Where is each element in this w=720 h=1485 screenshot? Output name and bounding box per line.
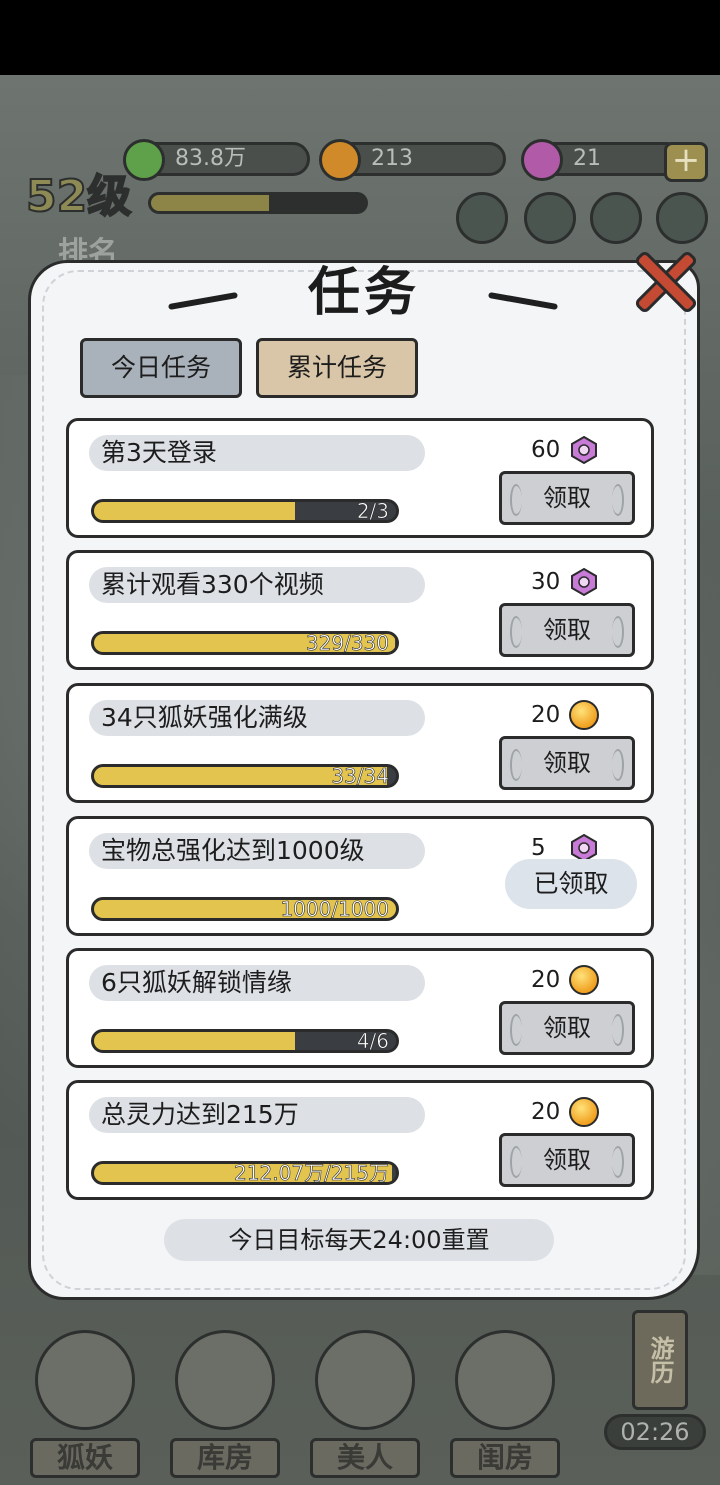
reward-amount: 30 (531, 569, 561, 595)
task-name: 总灵力达到215万 (101, 1100, 299, 1129)
bed-icon (455, 1330, 555, 1430)
tab-cumulative[interactable]: 累计任务 (256, 338, 418, 398)
task-card: 总灵力达到215万 212.07万/215万 20 领取 (66, 1080, 654, 1200)
chest-icon[interactable] (524, 192, 576, 244)
task-card: 宝物总强化达到1000级 1000/1000 5 已领取 (66, 816, 654, 936)
purple-gem-icon (571, 567, 597, 597)
nav-fox[interactable]: 狐妖 (20, 1320, 150, 1485)
task-name: 宝物总强化达到1000级 (101, 836, 365, 865)
reward-amount: 60 (531, 437, 561, 463)
modal-title: 任务 (307, 263, 420, 323)
nav-storage-label: 库房 (170, 1438, 280, 1478)
wheel-icon[interactable] (590, 192, 642, 244)
task-progress-text: 2/3 (356, 499, 390, 524)
task-progress-text: 1000/1000 (280, 897, 389, 922)
reset-note: 今日目标每天24:00重置 (164, 1219, 554, 1261)
beauty-icon (315, 1330, 415, 1430)
nav-fox-label: 狐妖 (30, 1438, 140, 1478)
close-button[interactable] (626, 240, 702, 320)
claim-button[interactable]: 领取 (499, 1001, 635, 1055)
claim-button[interactable]: 领取 (499, 736, 635, 790)
task-card: 6只狐妖解锁情缘 4/6 20 领取 (66, 948, 654, 1068)
exp-bar (148, 192, 368, 214)
task-name: 6只狐妖解锁情缘 (101, 968, 292, 997)
gem-resource: 21 (521, 139, 684, 181)
claimed-label: 已领取 (505, 859, 637, 909)
event-icon[interactable] (456, 192, 508, 244)
task-progress-text: 212.07万/215万 (234, 1161, 390, 1186)
reward-amount: 20 (531, 702, 561, 728)
task-progress-text: 33/34 (331, 764, 389, 789)
task-name: 34只狐妖强化满级 (101, 703, 308, 732)
gold-orb-icon (569, 965, 599, 995)
reward-amount: 20 (531, 967, 561, 993)
nav-storage[interactable]: 库房 (160, 1320, 290, 1485)
purple-gem-icon (571, 435, 597, 465)
coin-value: 213 (371, 146, 413, 171)
nav-boudoir[interactable]: 闺房 (440, 1320, 570, 1485)
player-level: 52级 (25, 170, 132, 223)
spirit-resource: 83.8万 (123, 139, 310, 181)
task-name: 第3天登录 (101, 438, 217, 467)
nav-beauty[interactable]: 美人 (300, 1320, 430, 1485)
nav-boudoir-label: 闺房 (450, 1438, 560, 1478)
task-card: 累计观看330个视频 329/330 30 领取 (66, 550, 654, 670)
reward-amount: 20 (531, 1099, 561, 1125)
add-gem-button[interactable]: + (664, 142, 708, 182)
exp-fill (151, 195, 269, 211)
travel-timer: 02:26 (604, 1414, 706, 1450)
bag-icon (175, 1330, 275, 1430)
fox-icon (35, 1330, 135, 1430)
gold-orb-icon (569, 1097, 599, 1127)
tab-daily[interactable]: 今日任务 (80, 338, 242, 398)
travel-button[interactable]: 游历 (632, 1310, 688, 1410)
task-card: 34只狐妖强化满级 33/34 20 领取 (66, 683, 654, 803)
task-progress-text: 4/6 (356, 1029, 390, 1054)
task-name: 累计观看330个视频 (101, 570, 324, 599)
gem-icon (521, 139, 563, 181)
task-progress-text: 329/330 (305, 631, 390, 656)
claim-button[interactable]: 领取 (499, 471, 635, 525)
coin-resource: 213 (319, 139, 506, 181)
spirit-value: 83.8万 (175, 146, 246, 171)
task-card: 第3天登录 2/3 60 领取 (66, 418, 654, 538)
gift-icon[interactable] (656, 192, 708, 244)
gold-orb-icon (569, 700, 599, 730)
nav-beauty-label: 美人 (310, 1438, 420, 1478)
claim-button[interactable]: 领取 (499, 603, 635, 657)
coin-icon (319, 139, 361, 181)
claim-button[interactable]: 领取 (499, 1133, 635, 1187)
bottom-nav: 狐妖 库房 美人 闺房 (0, 1320, 600, 1485)
gem-value: 21 (573, 146, 601, 171)
